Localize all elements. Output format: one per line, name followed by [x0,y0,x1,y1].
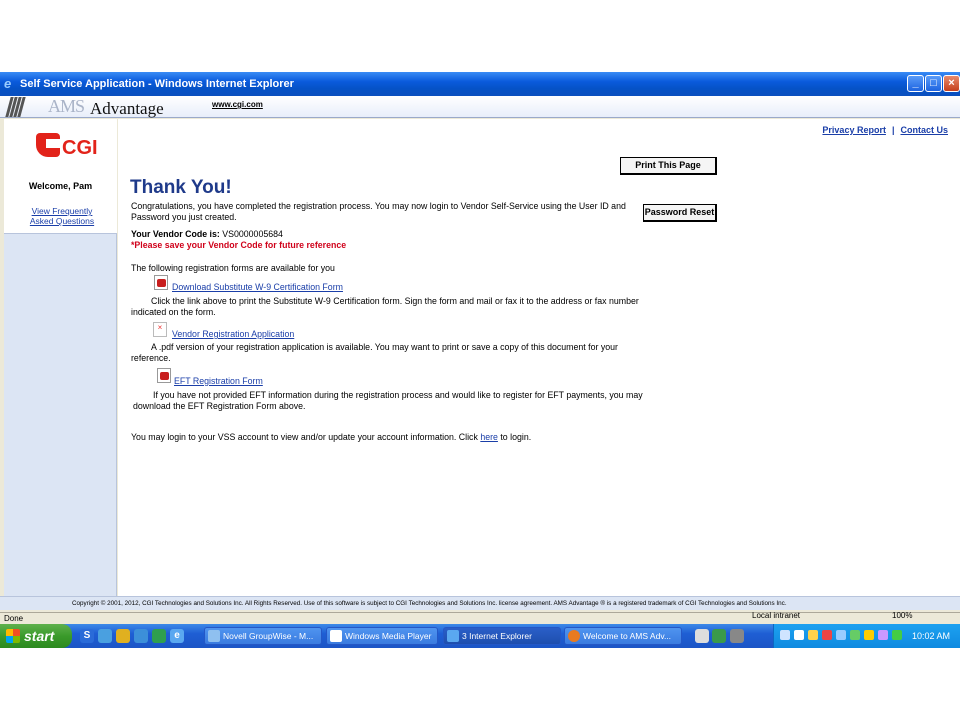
network-icon[interactable] [780,630,790,640]
login-note: You may login to your VSS account to vie… [131,432,531,443]
top-links: Privacy Report | Contact Us [822,125,948,135]
maximize-button[interactable]: □ [925,75,942,92]
login-here-link[interactable]: here [480,432,498,442]
tray-tool-icon[interactable] [730,629,744,643]
quicklaunch-desktop-icon[interactable] [134,629,148,643]
vendor-registration-description: A .pdf version of your registration appl… [131,342,641,364]
vendor-code-value: VS0000005684 [222,229,283,239]
w9-download-link[interactable]: Download Substitute W-9 Certification Fo… [172,282,343,292]
faq-link[interactable]: View Frequently Asked Questions [22,206,102,226]
window-titlebar[interactable]: e Self Service Application - Windows Int… [0,72,960,96]
sidebar: CGI Welcome, Pam View Frequently Asked Q… [4,119,117,596]
taskbar-item-media-player[interactable]: Windows Media Player [326,627,438,645]
windows-logo-icon [6,629,20,643]
security-icon[interactable] [808,630,818,640]
cgi-website-link[interactable]: www.cgi.com [212,100,263,109]
cgi-logo-text: CGI [62,137,98,159]
internet-explorer-icon: e [4,76,12,91]
zoom-level[interactable]: 100% [892,610,912,622]
minimize-button[interactable]: _ [907,75,924,92]
w9-description-text: Click the link above to print the Substi… [131,296,639,317]
forms-intro: The following registration forms are ava… [131,263,335,273]
close-button[interactable]: × [943,75,960,92]
main-content: Privacy Report | Contact Us Print This Pag… [118,119,960,596]
ams-logo-text: AMS [48,96,85,116]
app-header: AMS Advantage www.cgi.com [0,96,960,118]
print-page-button[interactable]: Print This Page [620,157,717,175]
window-title: Self Service Application - Windows Inter… [20,78,294,90]
shield-icon[interactable] [864,630,874,640]
start-button[interactable]: start [0,624,72,648]
tray-app-icon[interactable] [695,629,709,643]
eft-registration-link[interactable]: EFT Registration Form [174,376,263,386]
vra-description-text: A .pdf version of your registration appl… [131,342,618,363]
system-tray: 10:02 AM [773,624,960,648]
task-label: Windows Media Player [345,631,432,641]
quicklaunch-globe-icon[interactable] [98,629,112,643]
task-label: Novell GroupWise - M... [223,631,314,641]
vendor-code-label: Your Vendor Code is: [131,229,220,239]
contact-us-link[interactable]: Contact Us [900,125,948,135]
clock[interactable]: 10:02 AM [912,624,950,648]
save-vendor-code-note: *Please save your Vendor Code for future… [131,240,347,250]
quicklaunch-folder-icon[interactable] [116,629,130,643]
password-reset-button[interactable]: Password Reset [643,204,717,222]
start-label: start [24,628,55,644]
groupwise-icon [208,630,220,642]
ams-logo-icon [5,97,28,117]
cgi-logo: CGI [36,133,100,163]
tray-excel-icon[interactable] [712,629,726,643]
task-label: 3 Internet Explorer [462,631,532,641]
status-bar: Done Local intranet 100% [0,610,960,624]
taskbar-item-groupwise[interactable]: Novell GroupWise - M... [204,627,322,645]
cgi-logo-icon [36,133,60,157]
task-label: Welcome to AMS Adv... [583,631,672,641]
internet-explorer-icon [447,630,459,642]
taskbar-item-ams[interactable]: Welcome to AMS Adv... [564,627,682,645]
copyright-footer: Copyright © 2001, 2012, CGI Technologies… [0,596,960,610]
security-zone: Local intranet [752,611,801,620]
printer-icon[interactable] [836,630,846,640]
pdf-icon [157,368,171,383]
eft-description: If you have not provided EFT information… [133,390,643,412]
antivirus-icon[interactable] [892,630,902,640]
volume-icon[interactable] [794,630,804,640]
sidebar-header: CGI Welcome, Pam View Frequently Asked Q… [4,119,117,234]
update-icon[interactable] [850,630,860,640]
privacy-report-link[interactable]: Privacy Report [822,125,886,135]
login-note-end: to login. [497,432,532,442]
quicklaunch-ie-icon[interactable]: e [170,629,184,643]
taskbar-item-internet-explorer[interactable]: 3 Internet Explorer [443,627,561,645]
broken-image-icon: × [153,322,167,337]
firefox-icon [568,630,580,642]
alert-icon[interactable] [822,630,832,640]
screen: e Self Service Application - Windows Int… [0,72,960,648]
link-separator: | [891,125,895,135]
eft-description-text: If you have not provided EFT information… [133,390,643,411]
quicklaunch-media-icon[interactable] [152,629,166,643]
quicklaunch-s-icon[interactable]: S [80,629,94,643]
page-title: Thank You! [130,177,232,198]
pdf-icon [154,275,168,290]
advantage-logo-text: Advantage [90,99,164,118]
login-note-text: You may login to your VSS account to vie… [131,432,481,442]
congrats-message: Congratulations, you have completed the … [131,201,626,222]
media-player-icon [330,630,342,642]
taskbar: start S e Novell GroupWise - M... Window… [0,624,960,648]
vendor-code-line: Your Vendor Code is: VS0000005684 [131,229,283,240]
vendor-registration-link[interactable]: Vendor Registration Application [172,329,294,339]
w9-description: Click the link above to print the Substi… [131,296,641,318]
messenger-icon[interactable] [878,630,888,640]
welcome-message: Welcome, Pam [28,181,93,191]
